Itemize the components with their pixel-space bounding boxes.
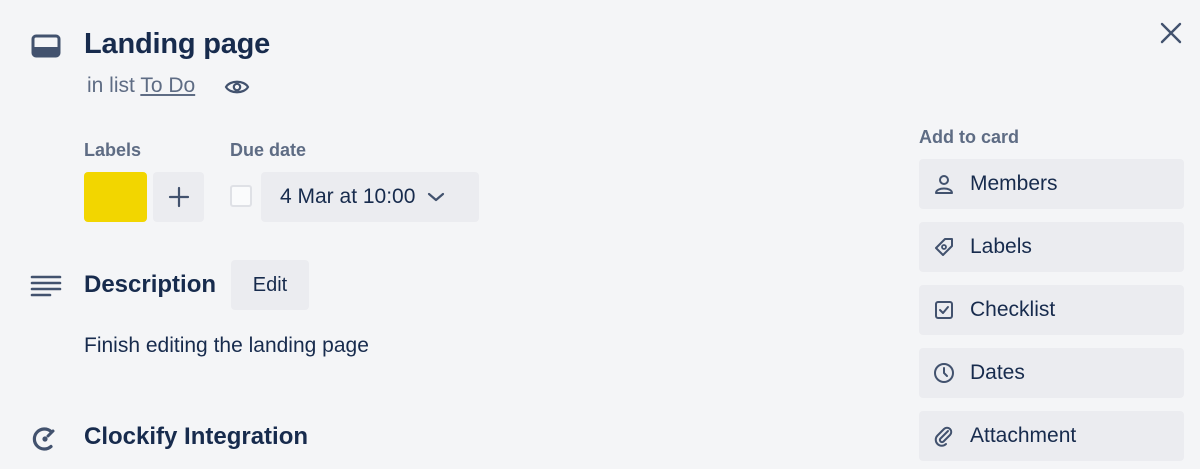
dates-label: Dates <box>970 361 1025 384</box>
clock-icon <box>932 361 956 385</box>
tag-icon <box>932 235 956 259</box>
clockify-icon <box>32 426 60 452</box>
add-to-card-heading: Add to card <box>919 127 1020 147</box>
chevron-down-icon <box>427 191 445 203</box>
eye-icon[interactable] <box>224 77 250 97</box>
label-chip[interactable] <box>84 172 147 222</box>
labels-label: Labels <box>970 235 1032 258</box>
card-list-info: in list To Do <box>87 74 195 98</box>
description-text[interactable]: Finish editing the landing page <box>84 334 369 358</box>
attachment-button[interactable]: Attachment <box>919 411 1184 461</box>
due-date-button[interactable]: 4 Mar at 10:00 <box>261 172 479 222</box>
card-title[interactable]: Landing page <box>84 28 270 61</box>
due-date-value: 4 Mar at 10:00 <box>280 185 416 208</box>
checklist-label: Checklist <box>970 298 1056 321</box>
description-icon <box>30 274 62 298</box>
clockify-heading: Clockify Integration <box>84 423 309 450</box>
checklist-icon <box>932 298 956 322</box>
in-list-prefix: in list <box>87 74 135 97</box>
labels-button[interactable]: Labels <box>919 222 1184 272</box>
person-icon <box>932 172 956 196</box>
close-icon[interactable] <box>1158 20 1184 46</box>
members-label: Members <box>970 172 1058 195</box>
due-date-heading: Due date <box>230 140 307 160</box>
attachment-label: Attachment <box>970 424 1077 447</box>
paperclip-icon <box>932 424 956 448</box>
checklist-button[interactable]: Checklist <box>919 285 1184 335</box>
edit-description-button[interactable]: Edit <box>231 260 309 310</box>
members-button[interactable]: Members <box>919 159 1184 209</box>
labels-heading: Labels <box>84 140 142 160</box>
dates-button[interactable]: Dates <box>919 348 1184 398</box>
card-icon <box>30 32 62 60</box>
description-heading: Description <box>84 271 217 298</box>
add-label-button[interactable] <box>153 172 204 222</box>
plus-icon <box>168 186 190 208</box>
list-link[interactable]: To Do <box>140 74 195 97</box>
due-date-checkbox[interactable] <box>230 185 252 207</box>
